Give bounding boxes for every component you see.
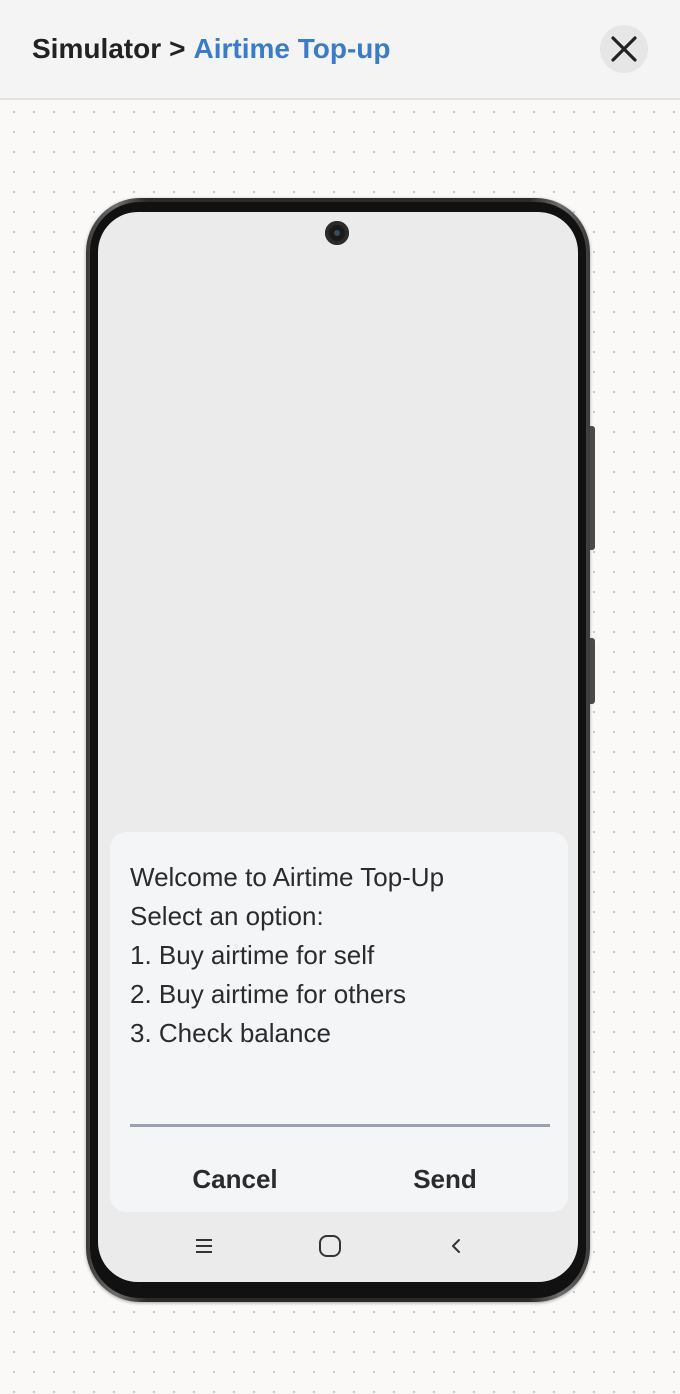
close-button[interactable] <box>600 25 648 73</box>
home-icon <box>319 1235 341 1257</box>
back-button[interactable] <box>440 1230 472 1262</box>
ussd-dialog: Welcome to Airtime Top-Up Select an opti… <box>110 832 568 1212</box>
breadcrumb-separator: > <box>169 33 186 64</box>
cancel-button[interactable]: Cancel <box>160 1154 310 1204</box>
ussd-response-input[interactable] <box>130 1124 550 1127</box>
ussd-menu-option: 1. Buy airtime for self <box>130 940 375 970</box>
phone-screen: Welcome to Airtime Top-Up Select an opti… <box>98 212 578 1282</box>
recent-apps-button[interactable] <box>188 1230 220 1262</box>
breadcrumb-current: Airtime Top-up <box>193 33 391 64</box>
volume-button <box>590 426 595 550</box>
home-button[interactable] <box>314 1230 346 1262</box>
send-button[interactable]: Send <box>370 1154 520 1204</box>
breadcrumb-root[interactable]: Simulator <box>32 33 161 64</box>
back-icon <box>452 1239 460 1253</box>
header-bar: Simulator > Airtime Top-up <box>0 0 680 100</box>
ussd-message-line: Select an option: <box>130 901 324 931</box>
ussd-message: Welcome to Airtime Top-Up Select an opti… <box>130 858 444 1053</box>
phone-frame: Welcome to Airtime Top-Up Select an opti… <box>86 198 595 1302</box>
menu-icon <box>196 1239 212 1253</box>
ussd-menu-option: 3. Check balance <box>130 1018 331 1048</box>
android-navbar <box>98 1222 578 1274</box>
breadcrumb: Simulator > Airtime Top-up <box>32 30 391 68</box>
ussd-message-line: Welcome to Airtime Top-Up <box>130 862 445 892</box>
ussd-menu-option: 2. Buy airtime for others <box>130 979 406 1009</box>
power-button <box>590 638 595 704</box>
close-icon <box>611 36 637 62</box>
camera-icon <box>325 221 349 245</box>
